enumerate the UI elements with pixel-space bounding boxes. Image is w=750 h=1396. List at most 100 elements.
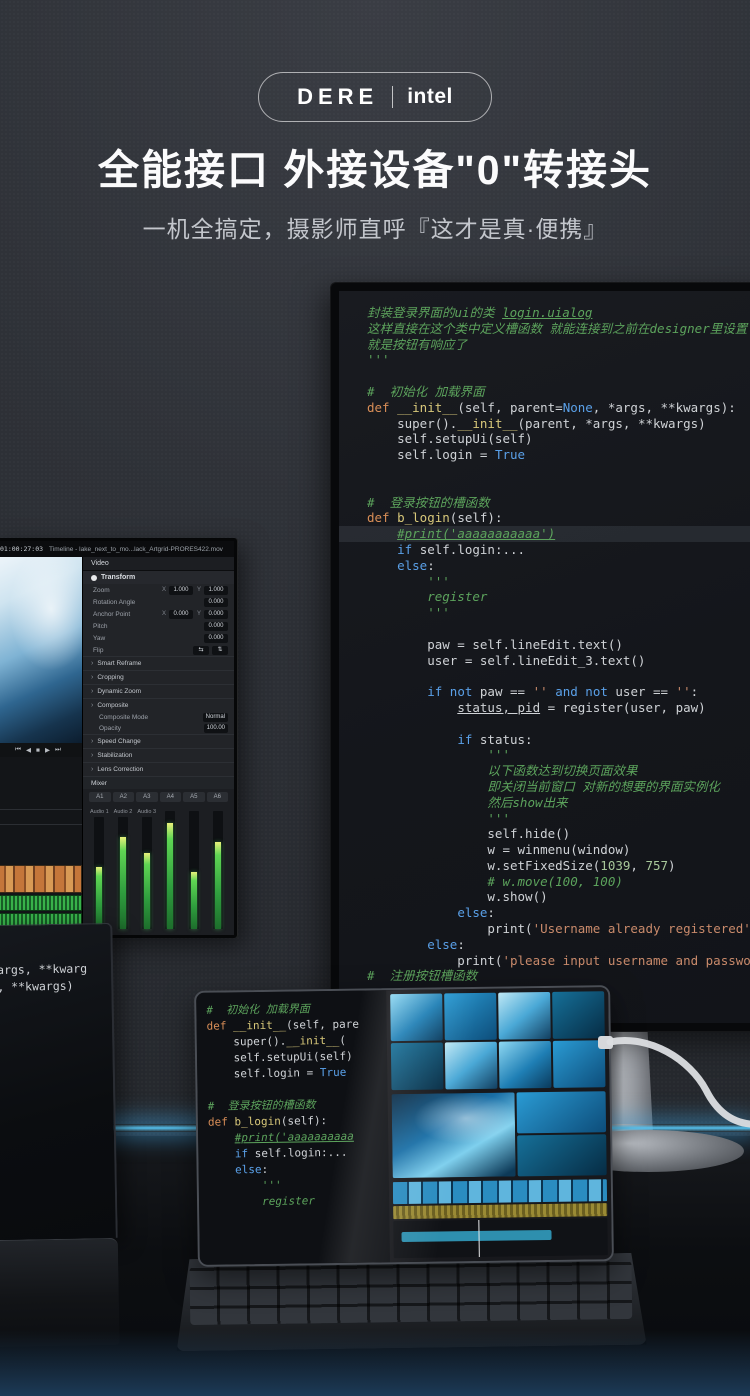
timeline-track <box>0 809 82 824</box>
code-line: if not paw == '' and not user == '': <box>339 684 750 700</box>
inspector-section: ›Composite <box>83 698 234 712</box>
code-editor-screen: 封装登录界面的ui的类 login.uialog这样直接在这个类中定义槽函数 就… <box>339 291 750 1023</box>
transport-button-icon: ▶ <box>45 746 50 754</box>
chevron-icon: › <box>91 752 93 759</box>
transform-section-header: Transform <box>83 571 234 584</box>
value-field: 0.000 <box>204 634 228 643</box>
media-thumbnail <box>390 1042 443 1090</box>
laptop-screen: args, **kwarg, **kwargs) <box>0 923 118 1240</box>
external-monitor: 封装登录界面的ui的类 login.uialog这样直接在这个类中定义槽函数 就… <box>330 282 750 1032</box>
laptop-code-content: args, **kwarg, **kwargs) <box>0 924 112 996</box>
transport-controls: ⏮◀■▶⏭ <box>0 743 82 757</box>
code-line: print('Username already registered') <box>339 921 750 937</box>
editor-timeline <box>388 1175 612 1262</box>
flip-icon: ⇅ <box>212 646 228 655</box>
headline: 全能接口 外接设备"0"转接头 <box>0 136 750 196</box>
inspector-rows: ZoomX1.000Y1.000Rotation Angle0.000Ancho… <box>83 584 234 656</box>
code-line: # 注册按钮槽函数 <box>339 968 750 984</box>
value-field: 0.000 <box>204 622 228 631</box>
media-thumbnail <box>552 991 605 1039</box>
timecode: 01:00:27:03 <box>0 545 43 553</box>
code-line: ''' <box>339 605 750 621</box>
code-line: #print('aaaaaaaaaaa') <box>339 526 750 542</box>
code-line: w.show() <box>339 889 750 905</box>
mixer-strip <box>184 809 205 929</box>
inspector-panel: Video Transform ZoomX1.000Y1.000Rotation… <box>82 557 234 935</box>
brand-divider <box>392 86 393 108</box>
tab-video: Video <box>83 557 234 571</box>
inspector-row: Yaw0.000 <box>83 632 234 644</box>
code-line: def __init__(self, parent=None, *args, *… <box>339 400 750 416</box>
inspector-row: Rotation Angle0.000 <box>83 596 234 608</box>
secondary-monitor: 01:00:27:03 Timeline - lake_next_to_mo..… <box>0 538 238 938</box>
flip-icon: ⇆ <box>193 646 209 655</box>
code-line: 就是按钮有响应了 <box>339 337 750 353</box>
transform-label: Transform <box>101 574 135 581</box>
inspector-subrow: Opacity100.00 <box>83 723 234 734</box>
mixer-bus-label: A3 <box>136 792 158 802</box>
code-line: user = self.lineEdit_3.text() <box>339 653 750 669</box>
inspector-row: Flip⇆⇅ <box>83 644 234 656</box>
media-thumbnail <box>518 1134 607 1176</box>
mixer-bus-label: A4 <box>160 792 182 802</box>
media-thumbnail <box>498 992 551 1040</box>
mixer-bus-label: A1 <box>89 792 111 802</box>
inspector-section: ›Speed Change <box>83 734 234 748</box>
tablet-code-content: # 初始化 加载界面def __init__(self, pare super(… <box>196 990 389 1211</box>
code-line: args, **kwarg <box>0 960 111 979</box>
timeline-title: Timeline - lake_next_to_mo...lack_Artgri… <box>49 546 228 553</box>
code-line: 即关闭当前窗口 对新的想要的界面实例化 <box>339 779 750 795</box>
code-line: 然后show出来 <box>339 795 750 811</box>
keyboard-keys <box>189 1261 632 1325</box>
davinci-titlebar: 01:00:27:03 Timeline - lake_next_to_mo..… <box>0 541 234 557</box>
value-field: 1.000 <box>169 586 193 595</box>
video-preview <box>0 557 82 743</box>
code-line: w.setFixedSize(1039, 757) <box>339 858 750 874</box>
product-banner: DERE intel 全能接口 外接设备"0"转接头 一机全搞定，摄影师直呼『这… <box>0 0 750 1396</box>
media-thumbnail <box>444 993 497 1041</box>
code-line: else: <box>339 558 750 574</box>
mixer-strip: Audio 2 <box>113 809 134 929</box>
value-field: 0.000 <box>169 610 193 619</box>
code-line: register <box>209 1192 389 1211</box>
code-line <box>339 463 750 479</box>
chevron-icon: › <box>91 674 93 681</box>
transport-button-icon: ◀ <box>26 746 31 754</box>
inspector-section: ›Dynamic Zoom <box>83 684 234 698</box>
timeline-clip <box>402 1230 552 1242</box>
code-line: self.setupUi(self) <box>339 431 750 447</box>
code-line: ''' <box>339 747 750 763</box>
davinci-resolve-ui: 01:00:27:03 Timeline - lake_next_to_mo..… <box>0 541 234 935</box>
mixer-buses: A1A2A3A4A5A6 <box>83 789 234 805</box>
transport-button-icon: ■ <box>36 747 40 754</box>
value-field: 0.000 <box>204 610 228 619</box>
inspector-section: ›Stabilization <box>83 748 234 762</box>
code-line: 以下函数达到切换页面效果 <box>339 763 750 779</box>
timeline-audio-strip <box>393 1203 608 1219</box>
mixer-title: Mixer <box>83 777 234 789</box>
code-line: ''' <box>339 352 750 368</box>
code-line: # 登录按钮的槽函数 <box>339 495 750 511</box>
chevron-icon: › <box>91 660 93 667</box>
code-line: 这样直接在这个类中定义槽函数 就能连接到之前在designer里设置 <box>339 321 750 337</box>
code-line: # w.move(100, 100) <box>339 874 750 890</box>
code-line: self.login = True <box>339 447 750 463</box>
code-line <box>339 716 750 732</box>
inspector-section: ›Smart Reframe <box>83 656 234 670</box>
subheadline: 一机全搞定，摄影师直呼『这才是真·便携』 <box>0 210 750 244</box>
inspector-row: Pitch0.000 <box>83 620 234 632</box>
value-field: 0.000 <box>204 598 228 607</box>
transport-button-icon: ⏮ <box>15 746 21 754</box>
brand-lockup: DERE intel <box>258 72 492 122</box>
code-line: register <box>339 589 750 605</box>
code-line: w = winmenu(window) <box>339 842 750 858</box>
chevron-icon: › <box>91 702 93 709</box>
mixer-strip <box>207 809 228 929</box>
code-line: super().__init__(parent, *args, **kwargs… <box>339 416 750 432</box>
mixer-strip: Audio 1 <box>89 809 110 929</box>
inspector-section: ›Cropping <box>83 670 234 684</box>
code-line: ''' <box>339 574 750 590</box>
code-line: if status: <box>339 732 750 748</box>
inspector-section: ›Lens Correction <box>83 762 234 776</box>
code-line: ''' <box>339 811 750 827</box>
